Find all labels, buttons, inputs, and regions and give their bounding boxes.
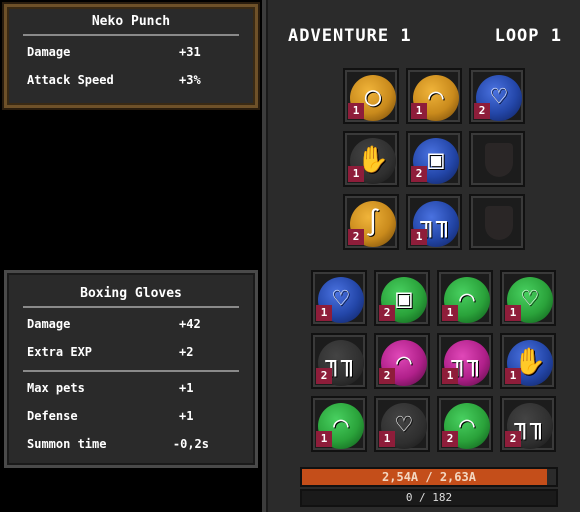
inventory-slot[interactable]: ⌒ 1 <box>311 396 367 452</box>
equipment-slot[interactable]: ◯ 1 <box>343 68 399 124</box>
inventory-slot[interactable]: ╖╖ 1 <box>437 333 493 389</box>
tooltip-divider <box>23 306 239 308</box>
stat-row-max-pets: Max pets +1 <box>7 374 255 402</box>
count-badge: 1 <box>442 368 458 384</box>
equipment-slot[interactable]: ✋ 1 <box>343 131 399 187</box>
tooltip-divider <box>23 34 239 36</box>
hp-text: 2,54A / 2,63A <box>382 470 476 484</box>
stat-value: +1 <box>179 381 194 395</box>
count-badge: 2 <box>348 229 364 245</box>
stat-value: +1 <box>179 409 194 423</box>
count-badge: 1 <box>411 229 427 245</box>
stat-label: Defense <box>27 409 78 423</box>
stat-value: +31 <box>179 45 201 59</box>
count-badge: 2 <box>379 368 395 384</box>
stat-label: Damage <box>27 317 71 331</box>
equipment-slot[interactable]: ⌒ 1 <box>406 68 462 124</box>
stat-label: Extra EXP <box>27 345 93 359</box>
count-badge: 2 <box>474 103 490 119</box>
loop-label: LOOP 1 <box>494 26 562 46</box>
stat-value: +2 <box>179 345 194 359</box>
empty-slot-icon <box>485 206 513 240</box>
count-badge: 1 <box>505 368 521 384</box>
stat-label: Attack Speed <box>27 73 114 87</box>
inventory-slot[interactable]: ╖╖ 2 <box>500 396 556 452</box>
count-badge: 2 <box>442 431 458 447</box>
xp-text: 0 / 182 <box>405 491 453 504</box>
count-badge: 2 <box>379 305 395 321</box>
inventory-slot[interactable]: ▣ 2 <box>374 270 430 326</box>
count-badge: 2 <box>316 368 332 384</box>
count-badge: 1 <box>348 166 364 182</box>
count-badge: 1 <box>442 305 458 321</box>
stat-value: +42 <box>179 317 201 331</box>
equipment-slot[interactable]: ╖╖ 1 <box>406 194 462 250</box>
stat-row-summon-time: Summon time -0,2s <box>7 430 255 458</box>
inventory-slot[interactable]: ♡ 1 <box>500 270 556 326</box>
equipment-slot[interactable]: ▣ 2 <box>406 131 462 187</box>
count-badge: 2 <box>411 166 427 182</box>
stat-row-attack-speed: Attack Speed +3% <box>7 66 255 94</box>
inventory-slot[interactable]: ⌒ 2 <box>437 396 493 452</box>
count-badge: 1 <box>411 103 427 119</box>
stat-row-defense: Defense +1 <box>7 402 255 430</box>
stat-label: Summon time <box>27 437 107 451</box>
equipment-slot[interactable]: ♡ 2 <box>469 68 525 124</box>
count-badge: 1 <box>505 305 521 321</box>
stat-value: +3% <box>179 73 201 87</box>
empty-shield-icon <box>485 143 513 177</box>
count-badge: 1 <box>348 103 364 119</box>
tooltip-divider <box>23 370 239 372</box>
count-badge: 2 <box>505 431 521 447</box>
stat-label: Max pets <box>27 381 85 395</box>
stat-value: -0,2s <box>172 437 209 451</box>
item-tooltip-neko-punch: Neko Punch Damage +31 Attack Speed +3% <box>4 4 258 108</box>
inventory-slot[interactable]: ╖╖ 2 <box>311 333 367 389</box>
stat-label: Damage <box>27 45 71 59</box>
inventory-slot[interactable]: ♡ 1 <box>311 270 367 326</box>
adventure-label: ADVENTURE 1 <box>288 26 412 46</box>
stat-row-damage: Damage +42 <box>7 310 255 338</box>
panel-header: ADVENTURE 1 LOOP 1 <box>288 26 562 46</box>
count-badge: 1 <box>316 431 332 447</box>
stat-row-extra-exp: Extra EXP +2 <box>7 338 255 366</box>
count-badge: 1 <box>316 305 332 321</box>
equipment-slot[interactable] <box>469 131 525 187</box>
equipment-slot[interactable] <box>469 194 525 250</box>
xp-bar: 0 / 182 <box>300 489 558 507</box>
stat-row-damage: Damage +31 <box>7 38 255 66</box>
count-badge: 1 <box>379 431 395 447</box>
inventory-slot[interactable]: ⌒ 1 <box>437 270 493 326</box>
hp-bar: 2,54A / 2,63A <box>300 467 558 487</box>
tooltip-title: Neko Punch <box>91 14 171 29</box>
equipment-slot[interactable]: ∫ 2 <box>343 194 399 250</box>
tooltip-title: Boxing Gloves <box>80 286 182 301</box>
item-tooltip-boxing-gloves: Boxing Gloves Damage +42 Extra EXP +2 Ma… <box>4 270 258 468</box>
inventory-slot[interactable]: ♡ 1 <box>374 396 430 452</box>
inventory-slot[interactable]: ✋ 1 <box>500 333 556 389</box>
inventory-slot[interactable]: ⌒ 2 <box>374 333 430 389</box>
